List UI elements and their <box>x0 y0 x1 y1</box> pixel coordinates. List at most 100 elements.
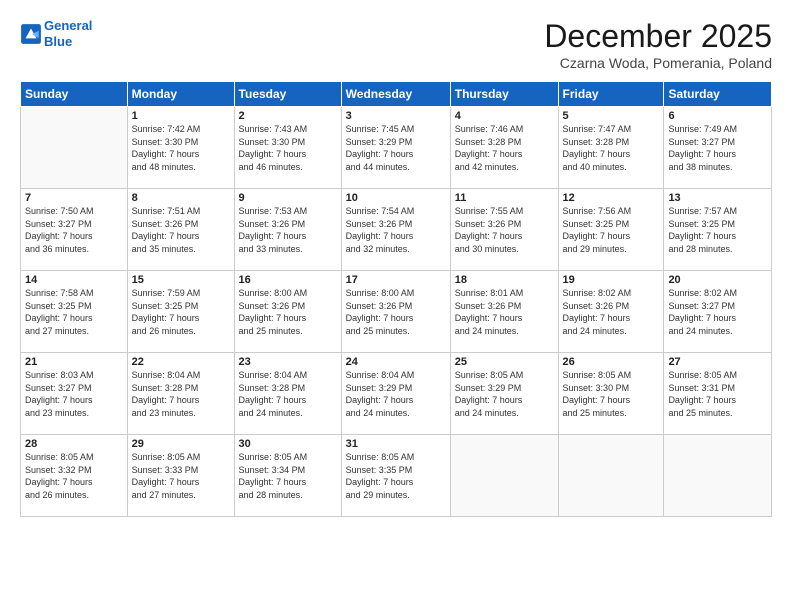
calendar-cell <box>450 435 558 517</box>
day-info: Sunrise: 8:04 AM Sunset: 3:28 PM Dayligh… <box>132 369 230 419</box>
calendar-cell: 30Sunrise: 8:05 AM Sunset: 3:34 PM Dayli… <box>234 435 341 517</box>
calendar-body: 1Sunrise: 7:42 AM Sunset: 3:30 PM Daylig… <box>21 107 772 517</box>
day-info: Sunrise: 7:51 AM Sunset: 3:26 PM Dayligh… <box>132 205 230 255</box>
day-number: 4 <box>455 110 554 122</box>
calendar-cell: 18Sunrise: 8:01 AM Sunset: 3:26 PM Dayli… <box>450 271 558 353</box>
day-number: 31 <box>346 438 446 450</box>
day-number: 28 <box>25 438 123 450</box>
weekday-row: SundayMondayTuesdayWednesdayThursdayFrid… <box>21 82 772 107</box>
week-row-4: 28Sunrise: 8:05 AM Sunset: 3:32 PM Dayli… <box>21 435 772 517</box>
calendar-cell: 23Sunrise: 8:04 AM Sunset: 3:28 PM Dayli… <box>234 353 341 435</box>
day-number: 2 <box>239 110 337 122</box>
day-info: Sunrise: 8:01 AM Sunset: 3:26 PM Dayligh… <box>455 287 554 337</box>
day-number: 19 <box>563 274 660 286</box>
day-info: Sunrise: 7:57 AM Sunset: 3:25 PM Dayligh… <box>668 205 767 255</box>
calendar-cell: 8Sunrise: 7:51 AM Sunset: 3:26 PM Daylig… <box>127 189 234 271</box>
day-number: 21 <box>25 356 123 368</box>
day-number: 12 <box>563 192 660 204</box>
weekday-header-saturday: Saturday <box>664 82 772 107</box>
day-info: Sunrise: 8:05 AM Sunset: 3:31 PM Dayligh… <box>668 369 767 419</box>
day-number: 29 <box>132 438 230 450</box>
day-number: 22 <box>132 356 230 368</box>
calendar-cell: 25Sunrise: 8:05 AM Sunset: 3:29 PM Dayli… <box>450 353 558 435</box>
title-block: December 2025 Czarna Woda, Pomerania, Po… <box>544 18 772 71</box>
day-number: 5 <box>563 110 660 122</box>
calendar-cell: 21Sunrise: 8:03 AM Sunset: 3:27 PM Dayli… <box>21 353 128 435</box>
day-info: Sunrise: 7:43 AM Sunset: 3:30 PM Dayligh… <box>239 123 337 173</box>
day-number: 10 <box>346 192 446 204</box>
calendar-cell: 19Sunrise: 8:02 AM Sunset: 3:26 PM Dayli… <box>558 271 664 353</box>
calendar-cell: 22Sunrise: 8:04 AM Sunset: 3:28 PM Dayli… <box>127 353 234 435</box>
week-row-3: 21Sunrise: 8:03 AM Sunset: 3:27 PM Dayli… <box>21 353 772 435</box>
day-info: Sunrise: 8:00 AM Sunset: 3:26 PM Dayligh… <box>239 287 337 337</box>
day-number: 17 <box>346 274 446 286</box>
weekday-header-thursday: Thursday <box>450 82 558 107</box>
day-number: 8 <box>132 192 230 204</box>
day-number: 9 <box>239 192 337 204</box>
calendar-cell: 29Sunrise: 8:05 AM Sunset: 3:33 PM Dayli… <box>127 435 234 517</box>
page: General Blue December 2025 Czarna Woda, … <box>0 0 792 612</box>
week-row-2: 14Sunrise: 7:58 AM Sunset: 3:25 PM Dayli… <box>21 271 772 353</box>
day-number: 18 <box>455 274 554 286</box>
day-info: Sunrise: 7:45 AM Sunset: 3:29 PM Dayligh… <box>346 123 446 173</box>
day-number: 25 <box>455 356 554 368</box>
day-number: 7 <box>25 192 123 204</box>
calendar-cell: 11Sunrise: 7:55 AM Sunset: 3:26 PM Dayli… <box>450 189 558 271</box>
logo: General Blue <box>20 18 92 49</box>
calendar-table: SundayMondayTuesdayWednesdayThursdayFrid… <box>20 81 772 517</box>
day-info: Sunrise: 7:56 AM Sunset: 3:25 PM Dayligh… <box>563 205 660 255</box>
calendar-cell: 12Sunrise: 7:56 AM Sunset: 3:25 PM Dayli… <box>558 189 664 271</box>
day-info: Sunrise: 8:05 AM Sunset: 3:35 PM Dayligh… <box>346 451 446 501</box>
calendar-cell: 2Sunrise: 7:43 AM Sunset: 3:30 PM Daylig… <box>234 107 341 189</box>
day-info: Sunrise: 8:02 AM Sunset: 3:26 PM Dayligh… <box>563 287 660 337</box>
calendar-cell: 7Sunrise: 7:50 AM Sunset: 3:27 PM Daylig… <box>21 189 128 271</box>
day-info: Sunrise: 7:49 AM Sunset: 3:27 PM Dayligh… <box>668 123 767 173</box>
day-number: 30 <box>239 438 337 450</box>
day-info: Sunrise: 8:04 AM Sunset: 3:28 PM Dayligh… <box>239 369 337 419</box>
weekday-header-monday: Monday <box>127 82 234 107</box>
day-info: Sunrise: 7:53 AM Sunset: 3:26 PM Dayligh… <box>239 205 337 255</box>
calendar-cell: 1Sunrise: 7:42 AM Sunset: 3:30 PM Daylig… <box>127 107 234 189</box>
day-info: Sunrise: 7:50 AM Sunset: 3:27 PM Dayligh… <box>25 205 123 255</box>
day-info: Sunrise: 7:47 AM Sunset: 3:28 PM Dayligh… <box>563 123 660 173</box>
day-info: Sunrise: 7:42 AM Sunset: 3:30 PM Dayligh… <box>132 123 230 173</box>
day-info: Sunrise: 8:05 AM Sunset: 3:32 PM Dayligh… <box>25 451 123 501</box>
week-row-0: 1Sunrise: 7:42 AM Sunset: 3:30 PM Daylig… <box>21 107 772 189</box>
day-info: Sunrise: 7:54 AM Sunset: 3:26 PM Dayligh… <box>346 205 446 255</box>
day-number: 16 <box>239 274 337 286</box>
calendar-cell: 9Sunrise: 7:53 AM Sunset: 3:26 PM Daylig… <box>234 189 341 271</box>
weekday-header-sunday: Sunday <box>21 82 128 107</box>
calendar-cell: 20Sunrise: 8:02 AM Sunset: 3:27 PM Dayli… <box>664 271 772 353</box>
calendar-cell: 31Sunrise: 8:05 AM Sunset: 3:35 PM Dayli… <box>341 435 450 517</box>
day-info: Sunrise: 8:05 AM Sunset: 3:34 PM Dayligh… <box>239 451 337 501</box>
day-info: Sunrise: 8:02 AM Sunset: 3:27 PM Dayligh… <box>668 287 767 337</box>
logo-line2: Blue <box>44 34 92 50</box>
calendar-cell <box>558 435 664 517</box>
day-number: 24 <box>346 356 446 368</box>
weekday-header-wednesday: Wednesday <box>341 82 450 107</box>
calendar-cell: 16Sunrise: 8:00 AM Sunset: 3:26 PM Dayli… <box>234 271 341 353</box>
day-number: 23 <box>239 356 337 368</box>
day-info: Sunrise: 7:46 AM Sunset: 3:28 PM Dayligh… <box>455 123 554 173</box>
calendar-cell: 17Sunrise: 8:00 AM Sunset: 3:26 PM Dayli… <box>341 271 450 353</box>
calendar-cell: 27Sunrise: 8:05 AM Sunset: 3:31 PM Dayli… <box>664 353 772 435</box>
week-row-1: 7Sunrise: 7:50 AM Sunset: 3:27 PM Daylig… <box>21 189 772 271</box>
day-number: 1 <box>132 110 230 122</box>
calendar-cell: 3Sunrise: 7:45 AM Sunset: 3:29 PM Daylig… <box>341 107 450 189</box>
logo-line1: General <box>44 18 92 33</box>
day-info: Sunrise: 7:55 AM Sunset: 3:26 PM Dayligh… <box>455 205 554 255</box>
day-number: 27 <box>668 356 767 368</box>
day-number: 6 <box>668 110 767 122</box>
day-number: 15 <box>132 274 230 286</box>
day-number: 26 <box>563 356 660 368</box>
day-info: Sunrise: 8:05 AM Sunset: 3:30 PM Dayligh… <box>563 369 660 419</box>
day-info: Sunrise: 8:05 AM Sunset: 3:33 PM Dayligh… <box>132 451 230 501</box>
day-info: Sunrise: 7:59 AM Sunset: 3:25 PM Dayligh… <box>132 287 230 337</box>
calendar-cell <box>664 435 772 517</box>
calendar-header: SundayMondayTuesdayWednesdayThursdayFrid… <box>21 82 772 107</box>
calendar-cell: 4Sunrise: 7:46 AM Sunset: 3:28 PM Daylig… <box>450 107 558 189</box>
day-info: Sunrise: 8:00 AM Sunset: 3:26 PM Dayligh… <box>346 287 446 337</box>
calendar-cell: 28Sunrise: 8:05 AM Sunset: 3:32 PM Dayli… <box>21 435 128 517</box>
calendar-cell: 24Sunrise: 8:04 AM Sunset: 3:29 PM Dayli… <box>341 353 450 435</box>
day-number: 14 <box>25 274 123 286</box>
